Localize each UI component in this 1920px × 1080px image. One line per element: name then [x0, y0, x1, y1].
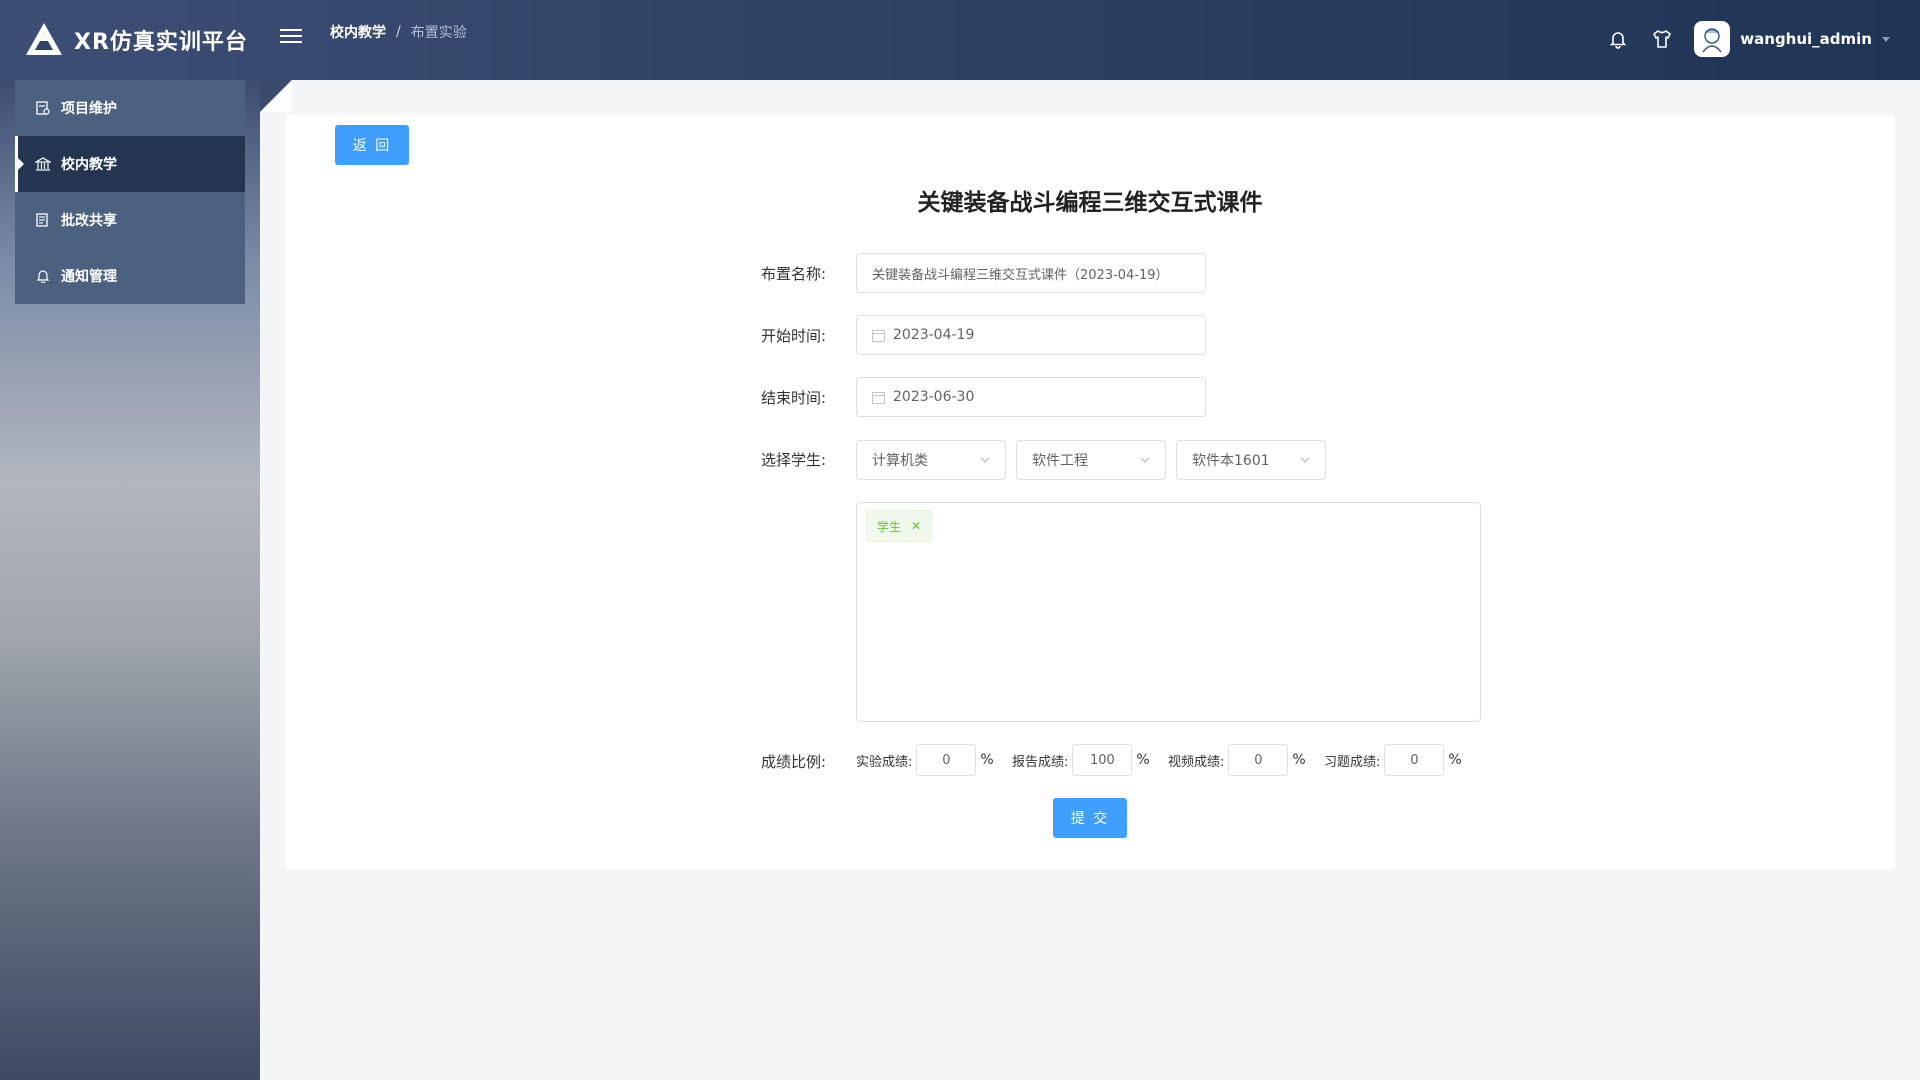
page-fold-decoration — [260, 80, 292, 112]
start-time-label: 开始时间: — [761, 327, 827, 345]
user-avatar-icon[interactable] — [1694, 21, 1731, 57]
sidebar: 项目维护 校内教学 批改共享 通知管理 — [0, 80, 260, 1080]
end-time-label: 结束时间: — [761, 389, 827, 407]
video-score-input[interactable]: 0 — [1228, 744, 1289, 776]
sidebar-item-label: 通知管理 — [61, 269, 117, 285]
username[interactable]: wanghui_admin — [1740, 30, 1872, 48]
sidebar-item-project-maintenance[interactable]: 项目维护 — [15, 80, 245, 136]
triangle-logo-icon — [26, 23, 62, 55]
calendar-icon — [872, 391, 885, 404]
review-icon — [35, 212, 51, 228]
bell-icon[interactable] — [1606, 27, 1630, 51]
category-select-value: 计算机类 — [872, 453, 928, 469]
calendar-icon — [872, 329, 885, 342]
start-date-picker[interactable]: 2023-04-19 — [856, 315, 1206, 355]
experiment-score-label: 实验成绩: — [856, 754, 913, 770]
report-score-group: 报告成绩: 100 % — [1012, 744, 1150, 776]
sidebar-item-review-share[interactable]: 批改共享 — [15, 192, 245, 248]
app-logo[interactable]: XR仿真实训平台 — [24, 20, 248, 60]
category-select[interactable]: 计算机类 — [856, 440, 1006, 480]
top-header: XR仿真实训平台 校内教学 / 布置实验 wanghui_admin — [0, 0, 1920, 80]
class-select-value: 软件本1601 — [1192, 453, 1270, 469]
back-button[interactable]: 返 回 — [335, 125, 409, 165]
end-date-value: 2023-06-30 — [893, 389, 975, 405]
student-tag-label: 学生 — [877, 519, 902, 534]
close-icon[interactable]: ✕ — [911, 519, 921, 533]
video-score-group: 视频成绩: 0 % — [1168, 744, 1306, 776]
chevron-down-icon — [1300, 457, 1310, 463]
chevron-down-icon — [980, 457, 990, 463]
score-ratio-label: 成绩比例: — [761, 753, 827, 771]
percent-sign: % — [1448, 752, 1462, 768]
selected-students-box[interactable]: 学生 ✕ — [856, 502, 1481, 722]
breadcrumb-item-school-teaching[interactable]: 校内教学 — [330, 22, 386, 42]
percent-sign: % — [1136, 752, 1150, 768]
experiment-score-input[interactable]: 0 — [916, 744, 977, 776]
video-score-label: 视频成绩: — [1168, 754, 1225, 770]
major-select-value: 软件工程 — [1032, 453, 1088, 469]
percent-sign: % — [1292, 752, 1306, 768]
student-tag: 学生 ✕ — [866, 510, 933, 542]
major-select[interactable]: 软件工程 — [1016, 440, 1166, 480]
breadcrumb-separator: / — [396, 24, 401, 40]
exercise-score-input[interactable]: 0 — [1384, 744, 1445, 776]
report-score-label: 报告成绩: — [1012, 754, 1069, 770]
chevron-down-icon[interactable] — [1882, 36, 1890, 42]
chevron-down-icon — [1140, 457, 1150, 463]
header-actions: wanghui_admin — [1606, 20, 1890, 58]
project-icon — [35, 100, 51, 116]
sidebar-item-label: 项目维护 — [61, 101, 117, 117]
start-date-value: 2023-04-19 — [893, 327, 975, 343]
bank-icon — [35, 156, 51, 172]
assignment-name-value: 关键装备战斗编程三维交互式课件（2023-04-19） — [872, 267, 1169, 283]
class-select[interactable]: 软件本1601 — [1176, 440, 1326, 480]
sidebar-nav: 项目维护 校内教学 批改共享 通知管理 — [15, 80, 245, 304]
name-label: 布置名称: — [761, 265, 827, 283]
tshirt-icon[interactable] — [1650, 27, 1674, 51]
submit-button[interactable]: 提 交 — [1053, 798, 1127, 838]
main-card: 返 回 关键装备战斗编程三维交互式课件 布置名称: 关键装备战斗编程三维交互式课… — [285, 115, 1895, 870]
app-title: XR仿真实训平台 — [74, 30, 248, 55]
select-students-label: 选择学生: — [761, 451, 827, 469]
sidebar-item-notification-management[interactable]: 通知管理 — [15, 248, 245, 304]
sidebar-item-label: 校内教学 — [61, 157, 117, 173]
assignment-name-field[interactable]: 关键装备战斗编程三维交互式课件（2023-04-19） — [856, 253, 1206, 293]
exercise-score-label: 习题成绩: — [1324, 754, 1381, 770]
sidebar-item-school-teaching[interactable]: 校内教学 — [15, 136, 245, 192]
experiment-score-group: 实验成绩: 0 % — [856, 744, 994, 776]
breadcrumb-item-assign-experiment: 布置实验 — [410, 25, 467, 41]
hamburger-icon[interactable] — [280, 26, 302, 48]
bell-icon — [35, 268, 51, 284]
end-date-picker[interactable]: 2023-06-30 — [856, 377, 1206, 417]
exercise-score-group: 习题成绩: 0 % — [1324, 744, 1462, 776]
breadcrumb: 校内教学 / 布置实验 — [330, 22, 467, 42]
report-score-input[interactable]: 100 — [1072, 744, 1133, 776]
page-title: 关键装备战斗编程三维交互式课件 — [917, 190, 1263, 216]
sidebar-item-label: 批改共享 — [61, 213, 117, 229]
percent-sign: % — [980, 752, 994, 768]
